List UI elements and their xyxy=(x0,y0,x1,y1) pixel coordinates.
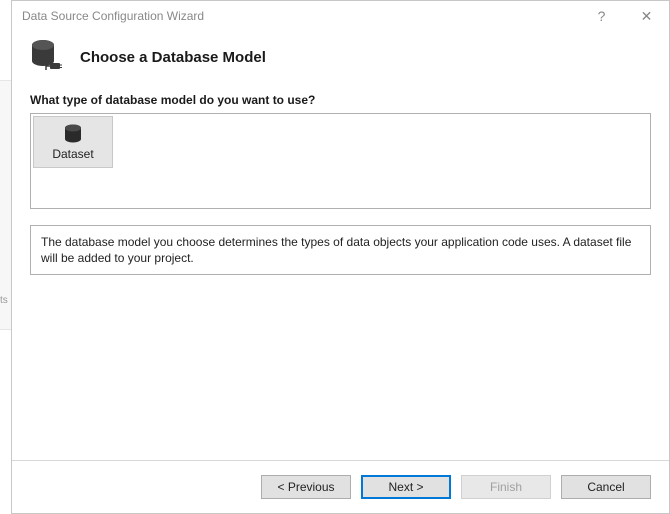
next-button[interactable]: Next > xyxy=(361,475,451,499)
option-label: Dataset xyxy=(52,147,93,161)
option-dataset[interactable]: Dataset xyxy=(33,116,113,168)
wizard-header: Choose a Database Model xyxy=(12,31,669,93)
wizard-footer: < Previous Next > Finish Cancel xyxy=(12,460,669,513)
window-title: Data Source Configuration Wizard xyxy=(22,9,579,23)
help-button[interactable]: ? xyxy=(579,1,624,31)
description-text: The database model you choose determines… xyxy=(41,235,631,265)
description-box: The database model you choose determines… xyxy=(30,225,651,275)
close-button[interactable]: ✕ xyxy=(624,1,669,31)
page-title: Choose a Database Model xyxy=(80,49,266,66)
close-icon: ✕ xyxy=(641,8,653,25)
previous-button[interactable]: < Previous xyxy=(261,475,351,499)
titlebar-controls: ? ✕ xyxy=(579,1,669,31)
cancel-button[interactable]: Cancel xyxy=(561,475,651,499)
titlebar: Data Source Configuration Wizard ? ✕ xyxy=(12,1,669,31)
model-options-list: Dataset xyxy=(30,113,651,209)
background-panel xyxy=(0,80,11,330)
help-icon: ? xyxy=(598,8,606,24)
prompt-label: What type of database model do you want … xyxy=(30,93,651,107)
wizard-content: What type of database model do you want … xyxy=(12,93,669,460)
wizard-dialog: Data Source Configuration Wizard ? ✕ Cho… xyxy=(11,0,670,514)
database-icon xyxy=(62,123,84,145)
background-text-fragment: ts xyxy=(0,295,11,309)
database-plug-icon xyxy=(30,39,62,75)
finish-button: Finish xyxy=(461,475,551,499)
